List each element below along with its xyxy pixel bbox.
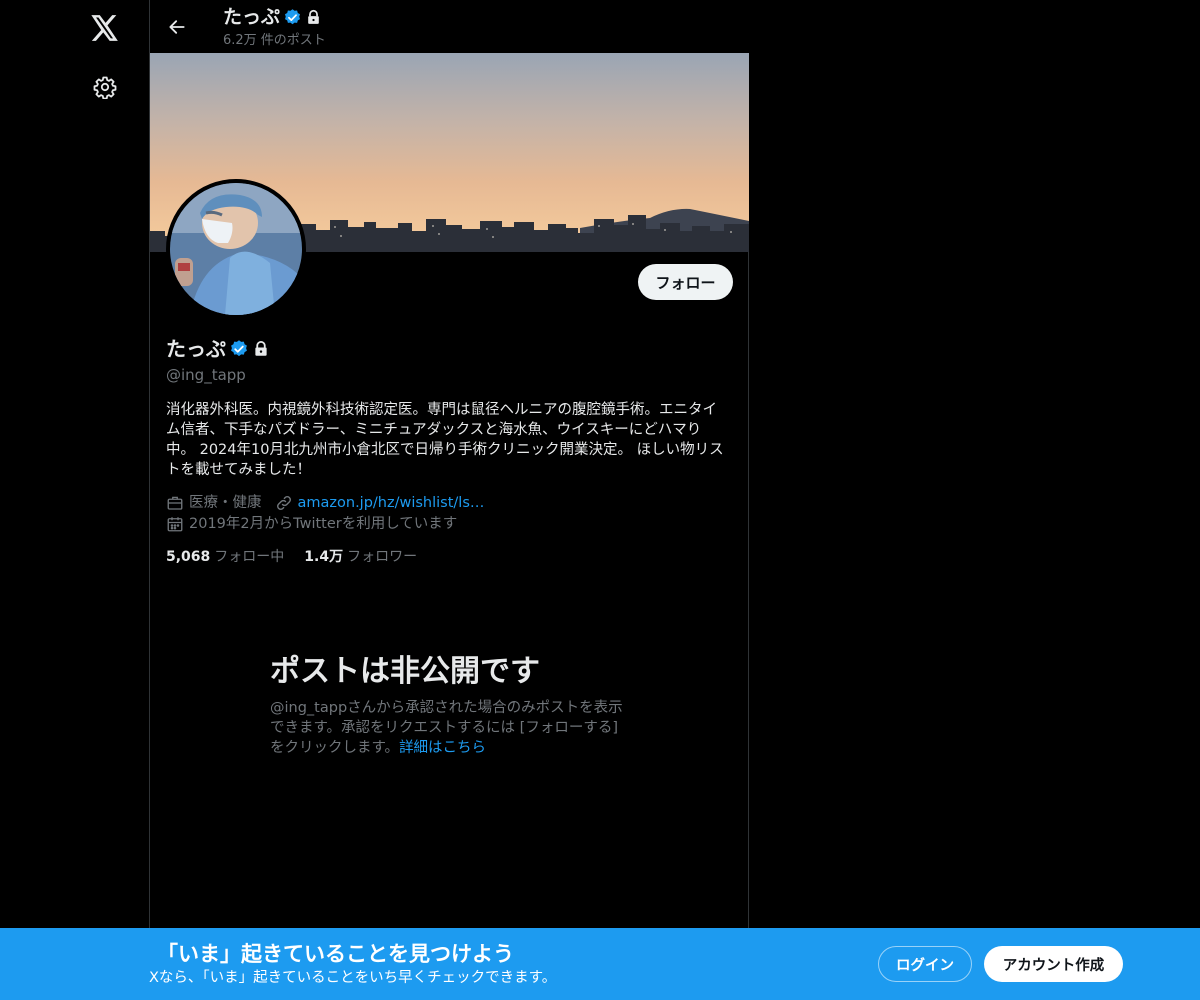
create-account-button[interactable]: アカウント作成 bbox=[984, 946, 1123, 982]
category-label: 医療・健康 bbox=[189, 495, 262, 511]
verified-badge-icon bbox=[283, 8, 302, 27]
login-button[interactable]: ログイン bbox=[878, 946, 972, 982]
followers-count: 1.4万 bbox=[304, 549, 344, 565]
signup-banner-subtitle: Xなら、「いま」起きていることをいち早くチェックできます。 bbox=[149, 970, 557, 986]
website-link[interactable]: amazon.jp/hz/wishlist/ls… bbox=[298, 493, 485, 513]
signup-banner-title: 「いま」起きていることを見つけよう bbox=[157, 942, 514, 966]
left-navigation bbox=[0, 0, 149, 1000]
profile-meta: 医療・健康 amazon.jp/hz/wishlist/ls… bbox=[166, 493, 484, 513]
following-stat[interactable]: 5,068 フォロー中 bbox=[166, 547, 284, 567]
post-count: 6.2万 件のポスト bbox=[223, 33, 326, 48]
profile-column: たっぷ 6.2万 件のポスト フォロー たっぷ @ing_tapp 消化器外科医… bbox=[149, 0, 749, 1000]
calendar-icon bbox=[166, 515, 184, 533]
lock-icon bbox=[252, 340, 270, 358]
private-description: @ing_tappさんから承認された場合のみポストを表示できます。承認をリクエス… bbox=[270, 698, 630, 758]
profile-category: 医療・健康 bbox=[166, 493, 262, 513]
verified-badge-icon[interactable] bbox=[229, 339, 249, 359]
private-posts-notice: ポストは非公開です @ing_tappさんから承認された場合のみポストを表示でき… bbox=[270, 652, 630, 758]
profile-handle: @ing_tapp bbox=[166, 366, 246, 384]
follow-button[interactable]: フォロー bbox=[638, 264, 733, 300]
profile-joined: 2019年2月からTwitterを利用しています bbox=[166, 514, 457, 534]
following-label: フォロー中 bbox=[214, 549, 285, 565]
header-title: たっぷ bbox=[223, 5, 322, 29]
link-icon bbox=[275, 494, 293, 512]
followers-stat[interactable]: 1.4万 フォロワー bbox=[304, 547, 417, 567]
profile-name-row: たっぷ bbox=[166, 336, 270, 362]
back-button[interactable] bbox=[160, 10, 194, 44]
joined-label: 2019年2月からTwitterを利用しています bbox=[189, 516, 458, 532]
following-count: 5,068 bbox=[166, 549, 211, 565]
followers-label: フォロワー bbox=[347, 549, 418, 565]
back-arrow-icon bbox=[167, 17, 187, 37]
profile-name: たっぷ bbox=[166, 337, 226, 361]
profile-bio: 消化器外科医。内視鏡外科技術認定医。専門は鼠径ヘルニアの腹腔鏡手術。エニタイム信… bbox=[166, 402, 724, 478]
settings-icon[interactable] bbox=[80, 62, 130, 112]
briefcase-icon bbox=[166, 494, 184, 512]
profile-website[interactable]: amazon.jp/hz/wishlist/ls… bbox=[275, 493, 485, 513]
profile-header-bar: たっぷ 6.2万 件のポスト bbox=[150, 0, 749, 53]
follow-stats: 5,068 フォロー中 1.4万 フォロワー bbox=[166, 547, 417, 567]
header-name: たっぷ bbox=[223, 6, 281, 28]
avatar[interactable] bbox=[166, 179, 306, 319]
learn-more-link[interactable]: 詳細はこちら bbox=[399, 740, 486, 756]
lock-icon bbox=[305, 9, 322, 26]
x-logo-icon[interactable] bbox=[80, 3, 130, 53]
private-title: ポストは非公開です bbox=[270, 654, 540, 689]
